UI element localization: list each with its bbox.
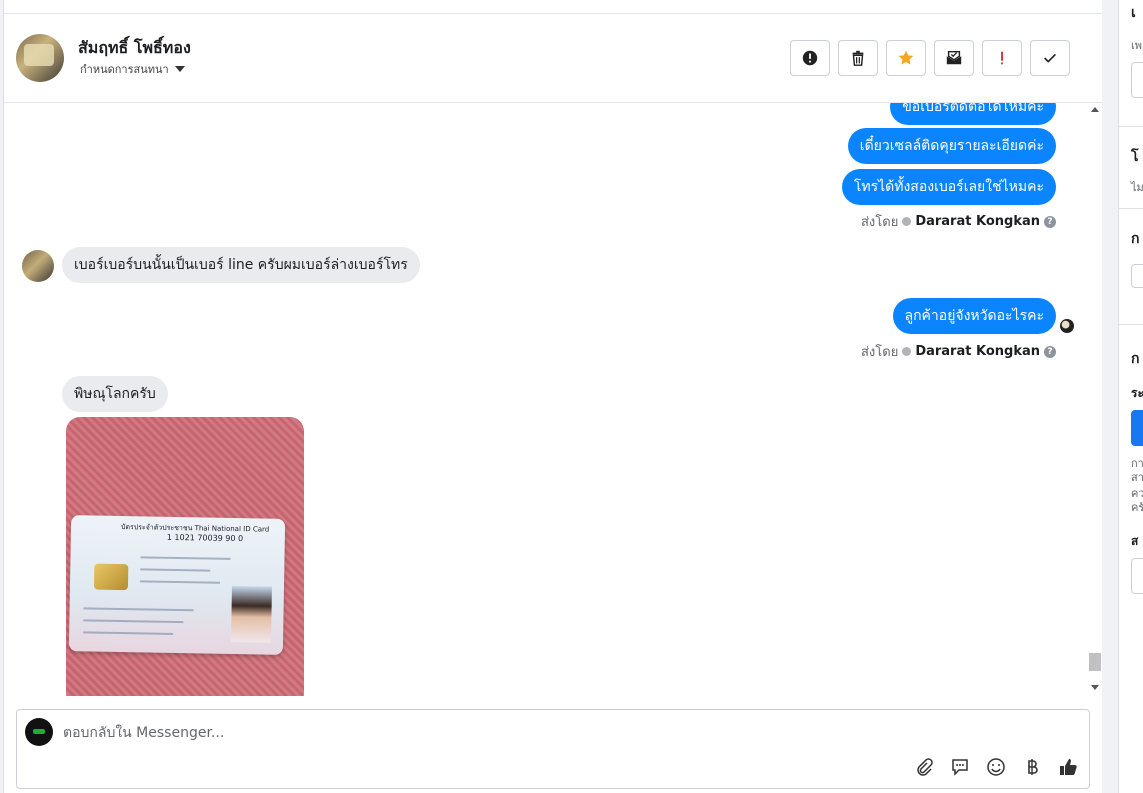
saved-replies-button[interactable] bbox=[949, 756, 971, 778]
chat-bubble-icon bbox=[952, 759, 968, 776]
scroll-up-arrow-icon[interactable] bbox=[1091, 107, 1099, 112]
outgoing-message[interactable]: โทรได้ทั้งสองเบอร์เลยใช่ไหมคะ bbox=[841, 169, 1056, 205]
emoji-button[interactable] bbox=[985, 756, 1007, 778]
panel-heading: ก bbox=[1131, 231, 1140, 247]
report-spam-button[interactable] bbox=[790, 40, 830, 76]
panel-divider bbox=[1102, 0, 1118, 793]
id-card-number: 1 1021 70039 90 0 bbox=[166, 532, 244, 544]
id-card-line bbox=[140, 568, 211, 572]
panel-primary-button[interactable] bbox=[1131, 410, 1143, 446]
panel-label: ระ bbox=[1131, 386, 1143, 400]
star-button[interactable] bbox=[886, 40, 926, 76]
panel-heading: โ bbox=[1131, 149, 1139, 165]
verified-icon bbox=[902, 217, 912, 226]
conversation-assign-dropdown[interactable]: กำหนดการสนทนา bbox=[80, 60, 185, 78]
mark-unread-button[interactable] bbox=[934, 40, 974, 76]
contact-name[interactable]: สัมฤทธิ์ โพธิ์ทอง bbox=[78, 36, 191, 61]
details-panel: เ เพ โ ไม ก ก ระ กา สา คว ครั ส bbox=[1118, 0, 1143, 793]
scroll-down-arrow-icon[interactable] bbox=[1091, 685, 1099, 690]
panel-rule bbox=[1119, 208, 1143, 209]
message-scrollbar[interactable] bbox=[1088, 103, 1102, 696]
page-avatar bbox=[25, 718, 53, 746]
verified-icon bbox=[902, 347, 912, 356]
star-icon bbox=[898, 50, 914, 65]
alert-circle-icon bbox=[802, 50, 818, 66]
message-thread: ขอเบอร์ติดต่อได้ไหมคะ เดี๋ยวเซลล์ติดคุยร… bbox=[4, 103, 1102, 696]
conversation-header: สัมฤทธิ์ โพธิ์ทอง กำหนดการสนทนา bbox=[4, 14, 1102, 103]
incoming-message[interactable]: พิษณุโลกครับ bbox=[62, 376, 168, 412]
scroll-thumb[interactable] bbox=[1089, 653, 1101, 671]
contact-avatar-small[interactable] bbox=[22, 250, 54, 282]
trash-icon bbox=[852, 50, 864, 66]
panel-select[interactable] bbox=[1131, 264, 1143, 288]
like-button[interactable] bbox=[1057, 756, 1079, 778]
id-card-line bbox=[83, 631, 174, 635]
id-card-portrait bbox=[231, 585, 272, 643]
panel-caption: เพ bbox=[1131, 39, 1143, 52]
seen-avatar bbox=[1060, 319, 1074, 333]
id-card-chip bbox=[93, 563, 129, 591]
baht-icon bbox=[1028, 759, 1038, 775]
thumbs-up-icon bbox=[1060, 759, 1077, 775]
panel-caption: ไม bbox=[1131, 181, 1143, 194]
sent-by-name: Dararat Kongkan bbox=[915, 344, 1040, 359]
id-card-line bbox=[83, 607, 194, 612]
payment-button[interactable] bbox=[1021, 756, 1043, 778]
composer-tools bbox=[913, 756, 1079, 778]
delete-button[interactable] bbox=[838, 40, 878, 76]
panel-rule bbox=[1119, 324, 1143, 325]
attached-photo[interactable]: บัตรประจำตัวประชาชน Thai National ID Car… bbox=[66, 417, 304, 696]
outgoing-message[interactable]: ลูกค้าอยู่จังหวัดอะไรคะ bbox=[892, 298, 1056, 334]
panel-rule bbox=[1119, 126, 1143, 127]
outgoing-message[interactable]: ขอเบอร์ติดต่อได้ไหมคะ bbox=[890, 103, 1056, 125]
sent-by-info: ส่งโดย Dararat Kongkan ? bbox=[861, 211, 1056, 232]
contact-avatar[interactable] bbox=[16, 34, 64, 82]
panel-label: ส bbox=[1131, 534, 1139, 548]
chevron-down-icon bbox=[174, 66, 185, 72]
smiley-icon bbox=[987, 758, 1005, 776]
panel-input[interactable] bbox=[1131, 62, 1143, 98]
id-card-line bbox=[83, 619, 184, 624]
sent-by-name: Dararat Kongkan bbox=[915, 214, 1040, 229]
id-card-line bbox=[140, 556, 231, 560]
message-composer bbox=[16, 709, 1090, 789]
reply-input[interactable] bbox=[63, 722, 663, 744]
id-card-line bbox=[140, 580, 221, 584]
panel-input[interactable] bbox=[1131, 558, 1143, 594]
sent-by-info: ส่งโดย Dararat Kongkan ? bbox=[861, 341, 1056, 362]
panel-heading: ก bbox=[1131, 351, 1140, 367]
conversation-assign-label: กำหนดการสนทนา bbox=[80, 63, 169, 76]
panel-caption: ครั bbox=[1131, 501, 1143, 514]
paperclip-icon bbox=[917, 758, 933, 776]
attach-button[interactable] bbox=[913, 756, 935, 778]
check-icon bbox=[1044, 53, 1056, 63]
sent-by-label: ส่งโดย bbox=[860, 345, 899, 360]
id-card-image: บัตรประจำตัวประชาชน Thai National ID Car… bbox=[68, 515, 286, 655]
incoming-message[interactable]: เบอร์เบอร์บนนั้นเป็นเบอร์ line ครับผมเบอ… bbox=[62, 247, 420, 283]
outgoing-message[interactable]: เดี๋ยวเซลล์ติดคุยรายละเอียดค่ะ bbox=[847, 128, 1056, 164]
panel-heading: เ bbox=[1131, 5, 1136, 21]
header-actions bbox=[790, 40, 1070, 76]
sent-by-label: ส่งโดย bbox=[860, 215, 899, 230]
envelope-icon bbox=[946, 50, 962, 65]
help-icon[interactable]: ? bbox=[1044, 215, 1056, 228]
flag-important-button[interactable] bbox=[982, 40, 1022, 76]
exclamation-icon bbox=[1001, 51, 1003, 65]
help-icon[interactable]: ? bbox=[1044, 345, 1056, 358]
mark-done-button[interactable] bbox=[1030, 40, 1070, 76]
